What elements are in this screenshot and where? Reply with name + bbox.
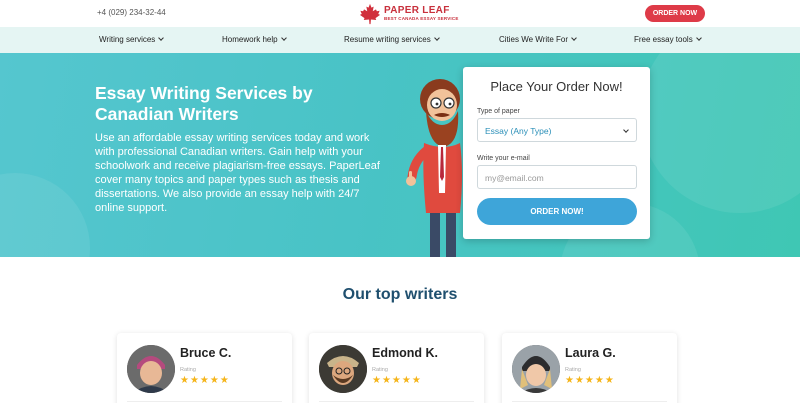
card-divider: [512, 401, 667, 402]
paper-leaf-logo[interactable]: PAPER LEAF BEST CANADA ESSAY SERVICE: [359, 2, 459, 26]
nav-writing-services[interactable]: Writing services: [99, 35, 165, 44]
nav-label: Resume writing services: [344, 35, 431, 44]
writer-card[interactable]: Edmond K. Rating ★★★★★: [309, 333, 484, 403]
order-form-title: Place Your Order Now!: [490, 79, 623, 94]
order-now-button[interactable]: ORDER NOW: [645, 5, 705, 22]
nav-label: Cities We Write For: [499, 35, 569, 44]
writer-name: Bruce C.: [180, 346, 232, 360]
hero-section: Essay Writing Services by Canadian Write…: [0, 53, 800, 257]
rating-label: Rating: [565, 367, 581, 373]
writer-photo: [512, 345, 560, 393]
nav-label: Homework help: [222, 35, 278, 44]
paper-type-value: Essay (Any Type): [485, 126, 552, 136]
paper-type-select[interactable]: Essay (Any Type): [477, 118, 637, 142]
writer-name: Laura G.: [565, 346, 616, 360]
maple-leaf-icon: [359, 3, 381, 25]
star-rating-icon: ★★★★★: [372, 375, 422, 386]
writer-name: Edmond K.: [372, 346, 438, 360]
card-divider: [127, 401, 282, 402]
writer-avatar: [512, 345, 560, 393]
main-nav: Writing services Homework help Resume wr…: [0, 27, 800, 53]
chevron-down-icon: [571, 35, 577, 41]
writer-card[interactable]: Laura G. Rating ★★★★★: [502, 333, 677, 403]
decorative-blob: [0, 173, 90, 257]
writer-avatar: [127, 345, 175, 393]
logo-name: PAPER LEAF: [384, 5, 450, 17]
card-divider: [319, 401, 474, 402]
phone-number[interactable]: +4 (029) 234-32-44: [97, 8, 166, 17]
nav-label: Writing services: [99, 35, 156, 44]
logo-tagline: BEST CANADA ESSAY SERVICE: [384, 16, 459, 22]
chevron-down-icon: [623, 127, 629, 133]
writer-avatar: [319, 345, 367, 393]
top-bar: +4 (029) 234-32-44 PAPER LEAF BEST CANAD…: [0, 0, 800, 27]
hero-title: Essay Writing Services by Canadian Write…: [95, 83, 313, 124]
writer-card[interactable]: Bruce C. Rating ★★★★★: [117, 333, 292, 403]
nav-free-essay-tools[interactable]: Free essay tools: [634, 35, 702, 44]
nav-homework-help[interactable]: Homework help: [222, 35, 287, 44]
nav-cities-we-write-for[interactable]: Cities We Write For: [499, 35, 577, 44]
writer-photo: [319, 345, 367, 393]
hero-description: Use an affordable essay writing services…: [95, 132, 380, 214]
writer-photo: [127, 345, 175, 393]
top-writers-title: Our top writers: [342, 286, 458, 303]
rating-label: Rating: [180, 367, 196, 373]
chevron-down-icon: [433, 35, 440, 41]
rating-label: Rating: [372, 367, 388, 373]
chevron-down-icon: [695, 35, 702, 41]
chevron-down-icon: [280, 35, 287, 41]
order-submit-button[interactable]: ORDER NOW!: [477, 198, 637, 225]
star-rating-icon: ★★★★★: [180, 375, 230, 386]
email-label: Write your e-mail: [477, 155, 530, 162]
decorative-blob: [640, 53, 800, 213]
order-form-card: Place Your Order Now! Type of paper Essa…: [463, 67, 650, 239]
chevron-down-icon: [158, 35, 165, 41]
nav-resume-writing-services[interactable]: Resume writing services: [344, 35, 440, 44]
star-rating-icon: ★★★★★: [565, 375, 615, 386]
nav-label: Free essay tools: [634, 35, 693, 44]
email-input[interactable]: my@email.com: [477, 165, 637, 189]
paper-type-label: Type of paper: [477, 108, 520, 115]
